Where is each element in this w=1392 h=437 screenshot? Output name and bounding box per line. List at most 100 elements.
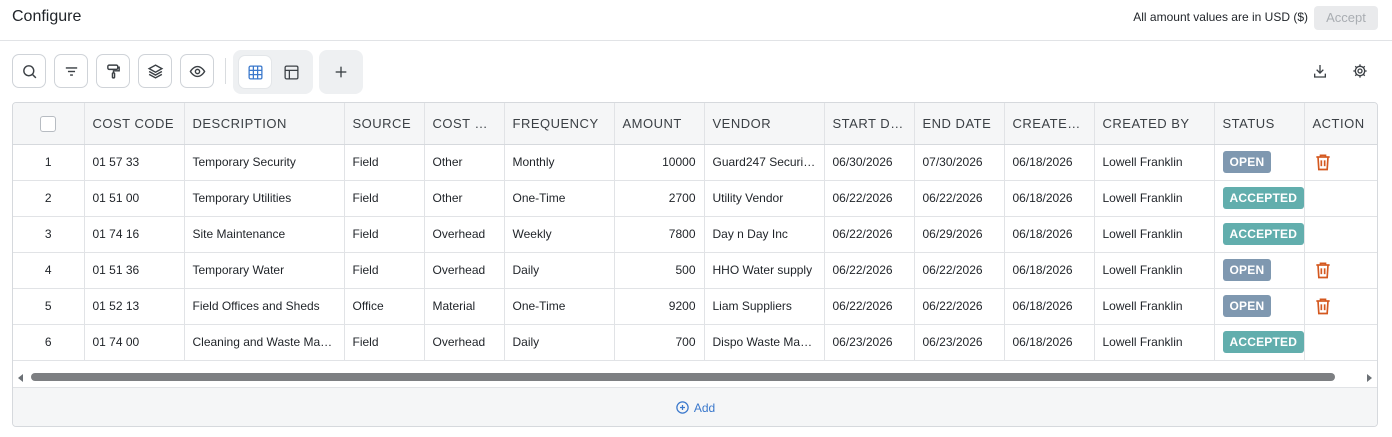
cell-cost-re[interactable]: Other <box>424 180 505 217</box>
column-header[interactable]: SOURCE <box>344 103 425 145</box>
cell-amount[interactable]: 9200 <box>614 288 705 325</box>
cell-vendor[interactable]: Day n Day Inc <box>704 216 825 253</box>
format-button[interactable] <box>96 54 130 88</box>
cell-description[interactable]: Temporary Water <box>184 252 345 289</box>
table-row[interactable]: 5 01 52 13 Field Offices and Sheds Office Ma… <box>13 288 1377 325</box>
cell-description[interactable]: Field Offices and Sheds <box>184 288 345 325</box>
cell-source[interactable]: Field <box>344 144 425 181</box>
column-header[interactable]: AMOUNT <box>614 103 705 145</box>
column-header[interactable]: ACTION <box>1304 103 1377 145</box>
cell-start[interactable]: 06/22/2026 <box>824 216 915 253</box>
cell-created[interactable]: 06/18/2026 <box>1004 144 1095 181</box>
delete-row-button[interactable] <box>1313 260 1333 280</box>
cell-created[interactable]: 06/18/2026 <box>1004 180 1095 217</box>
cell-cost-code[interactable]: 01 74 16 <box>84 216 185 253</box>
cell-frequency[interactable]: Monthly <box>504 144 615 181</box>
cell-amount[interactable]: 10000 <box>614 144 705 181</box>
cell-end[interactable]: 07/30/2026 <box>914 144 1005 181</box>
add-column-button[interactable] <box>319 50 363 94</box>
scrollbar-thumb[interactable] <box>31 373 1335 381</box>
cell-description[interactable]: Site Maintenance <box>184 216 345 253</box>
table-row[interactable]: 4 01 51 36 Temporary Water Field Overhead Dai… <box>13 252 1377 289</box>
cell-cost-re[interactable]: Material <box>424 288 505 325</box>
cell-description[interactable]: Temporary Utilities <box>184 180 345 217</box>
settings-button[interactable] <box>1351 62 1369 80</box>
cell-vendor[interactable]: Dispo Waste Man... <box>704 324 825 361</box>
table-row[interactable]: 6 01 74 00 Cleaning and Waste Man... Field O… <box>13 324 1377 361</box>
column-header[interactable]: END DATE <box>914 103 1005 145</box>
group-button[interactable] <box>138 54 172 88</box>
column-header[interactable]: DESCRIPTION <box>184 103 345 145</box>
cell-cost-code[interactable]: 01 51 00 <box>84 180 185 217</box>
cell-end[interactable]: 06/22/2026 <box>914 288 1005 325</box>
cell-end[interactable]: 06/23/2026 <box>914 324 1005 361</box>
cell-description[interactable]: Cleaning and Waste Man... <box>184 324 345 361</box>
scroll-left-arrow-icon[interactable] <box>18 374 23 382</box>
cell-cost-re[interactable]: Overhead <box>424 216 505 253</box>
column-header[interactable]: START DA... <box>824 103 915 145</box>
cell-created[interactable]: 06/18/2026 <box>1004 216 1095 253</box>
cell-start[interactable]: 06/30/2026 <box>824 144 915 181</box>
delete-row-button[interactable] <box>1313 296 1333 316</box>
cell-vendor[interactable]: HHO Water supply <box>704 252 825 289</box>
horizontal-scrollbar[interactable] <box>13 369 1377 387</box>
column-header[interactable]: COST CODE <box>84 103 185 145</box>
cell-amount[interactable]: 700 <box>614 324 705 361</box>
cell-end[interactable]: 06/22/2026 <box>914 180 1005 217</box>
cell-frequency[interactable]: One-Time <box>504 288 615 325</box>
delete-row-button[interactable] <box>1313 152 1333 172</box>
cell-source[interactable]: Field <box>344 180 425 217</box>
cell-cost-code[interactable]: 01 57 33 <box>84 144 185 181</box>
table-row[interactable]: 3 01 74 16 Site Maintenance Field Overhead We… <box>13 216 1377 253</box>
cell-amount[interactable]: 7800 <box>614 216 705 253</box>
cell-frequency[interactable]: Daily <box>504 324 615 361</box>
cell-description[interactable]: Temporary Security <box>184 144 345 181</box>
cell-cost-re[interactable]: Overhead <box>424 324 505 361</box>
cell-frequency[interactable]: Daily <box>504 252 615 289</box>
cell-created-by[interactable]: Lowell Franklin <box>1094 216 1215 253</box>
cell-cost-re[interactable]: Overhead <box>424 252 505 289</box>
cell-created-by[interactable]: Lowell Franklin <box>1094 252 1215 289</box>
column-header[interactable]: VENDOR <box>704 103 825 145</box>
cell-frequency[interactable]: Weekly <box>504 216 615 253</box>
scroll-right-arrow-icon[interactable] <box>1367 374 1372 382</box>
cell-start[interactable]: 06/22/2026 <box>824 180 915 217</box>
cell-frequency[interactable]: One-Time <box>504 180 615 217</box>
cell-start[interactable]: 06/23/2026 <box>824 324 915 361</box>
cell-created[interactable]: 06/18/2026 <box>1004 324 1095 361</box>
cell-vendor[interactable]: Guard247 Securit... <box>704 144 825 181</box>
cell-source[interactable]: Field <box>344 216 425 253</box>
cell-cost-code[interactable]: 01 52 13 <box>84 288 185 325</box>
cell-vendor[interactable]: Liam Suppliers <box>704 288 825 325</box>
cell-cost-re[interactable]: Other <box>424 144 505 181</box>
add-row-button[interactable]: Add <box>675 400 715 415</box>
column-header[interactable]: CREATED ... <box>1004 103 1095 145</box>
filter-button[interactable] <box>54 54 88 88</box>
column-header[interactable]: STATUS <box>1214 103 1305 145</box>
column-header[interactable]: COST RE... <box>424 103 505 145</box>
column-header[interactable]: FREQUENCY <box>504 103 615 145</box>
cell-start[interactable]: 06/22/2026 <box>824 252 915 289</box>
cell-source[interactable]: Field <box>344 324 425 361</box>
cell-cost-code[interactable]: 01 51 36 <box>84 252 185 289</box>
cell-created-by[interactable]: Lowell Franklin <box>1094 180 1215 217</box>
table-row[interactable]: 1 01 57 33 Temporary Security Field Other Mon… <box>13 144 1377 181</box>
cell-created[interactable]: 06/18/2026 <box>1004 252 1095 289</box>
pivot-view-button[interactable] <box>275 56 307 88</box>
cell-vendor[interactable]: Utility Vendor <box>704 180 825 217</box>
select-all-checkbox[interactable] <box>40 115 57 132</box>
cell-source[interactable]: Office <box>344 288 425 325</box>
cell-source[interactable]: Field <box>344 252 425 289</box>
table-row[interactable]: 2 01 51 00 Temporary Utilities Field Other On… <box>13 180 1377 217</box>
cell-end[interactable]: 06/29/2026 <box>914 216 1005 253</box>
download-button[interactable] <box>1311 62 1329 80</box>
column-header[interactable]: CREATED BY <box>1094 103 1215 145</box>
cell-amount[interactable]: 2700 <box>614 180 705 217</box>
grid-view-button[interactable] <box>239 56 271 88</box>
cell-cost-code[interactable]: 01 74 00 <box>84 324 185 361</box>
cell-start[interactable]: 06/22/2026 <box>824 288 915 325</box>
cell-created-by[interactable]: Lowell Franklin <box>1094 144 1215 181</box>
visibility-button[interactable] <box>180 54 214 88</box>
cell-created[interactable]: 06/18/2026 <box>1004 288 1095 325</box>
accept-button[interactable]: Accept <box>1314 6 1378 30</box>
